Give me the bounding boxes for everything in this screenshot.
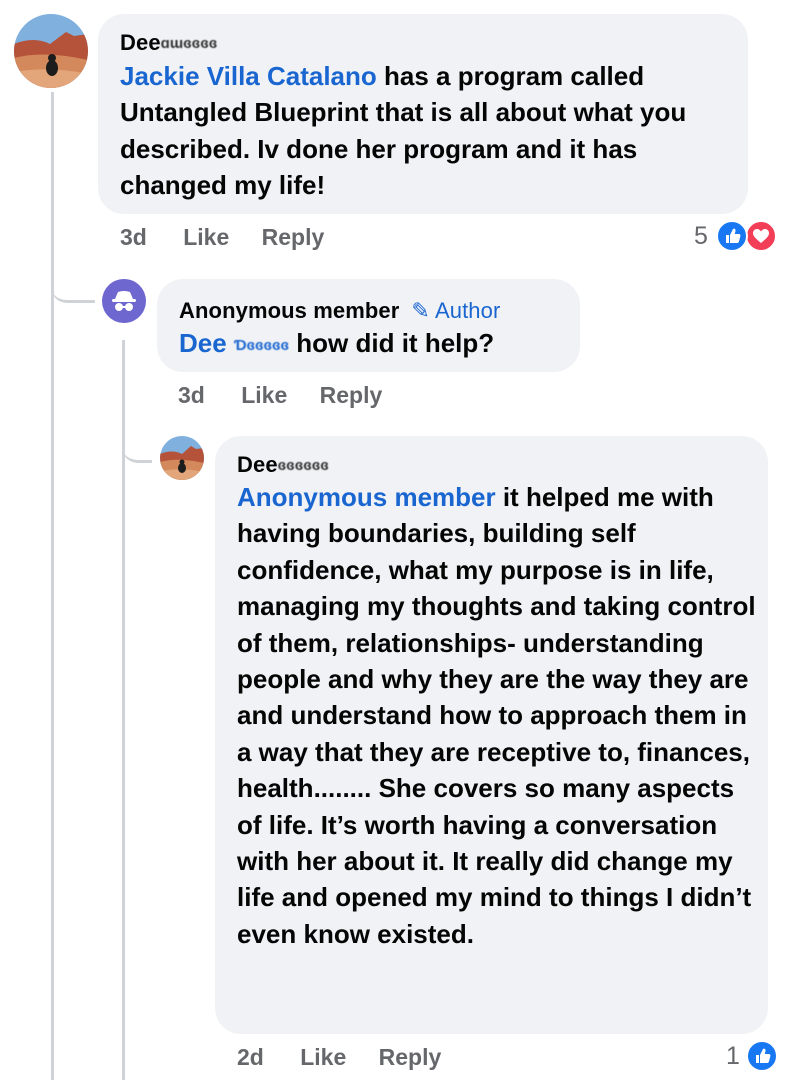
avatar[interactable] <box>14 14 88 88</box>
profile-photo-icon <box>160 436 204 480</box>
anonymous-icon <box>112 291 136 311</box>
comment-bubble: Deeɞɞɞɞɞɞ Anonymous member it helped me … <box>215 436 768 1034</box>
comment-bubble: Deeɑɯɞɞɞɞ Jackie Villa Catalano has a pr… <box>98 14 748 214</box>
profile-photo-icon <box>14 14 88 88</box>
comment-timestamp[interactable]: 2d <box>237 1044 264 1070</box>
reply-button[interactable]: Reply <box>379 1044 442 1070</box>
thread-connector-reply-1 <box>51 262 95 303</box>
pencil-icon: ✎ <box>411 298 430 323</box>
like-button[interactable]: Like <box>300 1044 346 1070</box>
author-badge: ✎ Author <box>411 298 501 323</box>
like-button[interactable]: Like <box>183 224 229 250</box>
comment-bubble: Anonymous member ✎ Author Dee Ɗɞɞɞɞɞ how … <box>157 279 580 372</box>
reply-button[interactable]: Reply <box>262 224 325 250</box>
comment-author[interactable]: Deeɑɯɞɞɞɞ <box>120 30 217 56</box>
like-icon[interactable] <box>716 220 748 252</box>
reply-button[interactable]: Reply <box>320 382 383 408</box>
like-button[interactable]: Like <box>241 382 287 408</box>
avatar[interactable] <box>102 279 146 323</box>
like-icon[interactable] <box>746 1040 778 1072</box>
comment-timestamp[interactable]: 3d <box>120 224 147 250</box>
comment-text: Anonymous member it helped me with havin… <box>237 482 756 949</box>
mention-link[interactable]: Dee Ɗɞɞɞɞɞ <box>179 328 289 358</box>
avatar[interactable] <box>160 436 204 480</box>
comment-actions: 2d Like Reply <box>237 1044 467 1071</box>
mention-link[interactable]: Anonymous member <box>237 482 496 512</box>
comment-author[interactable]: Deeɞɞɞɞɞɞ <box>237 452 329 478</box>
comment-author[interactable]: Anonymous member ✎ Author <box>179 298 500 324</box>
comment-text: Dee Ɗɞɞɞɞɞ how did it help? <box>179 328 495 358</box>
reaction-count[interactable]: 1 <box>726 1042 740 1071</box>
reaction-count[interactable]: 5 <box>694 222 708 251</box>
thread-connector-reply-2 <box>122 420 152 463</box>
comment-actions: 3d Like Reply <box>178 382 408 409</box>
comment-actions: 3d Like Reply <box>120 224 350 251</box>
comment-text: Jackie Villa Catalano has a program call… <box>120 61 687 201</box>
love-icon[interactable] <box>745 220 777 252</box>
comment-timestamp[interactable]: 3d <box>178 382 205 408</box>
mention-link[interactable]: Jackie Villa Catalano <box>120 61 377 91</box>
thread-line-main <box>51 92 54 1080</box>
